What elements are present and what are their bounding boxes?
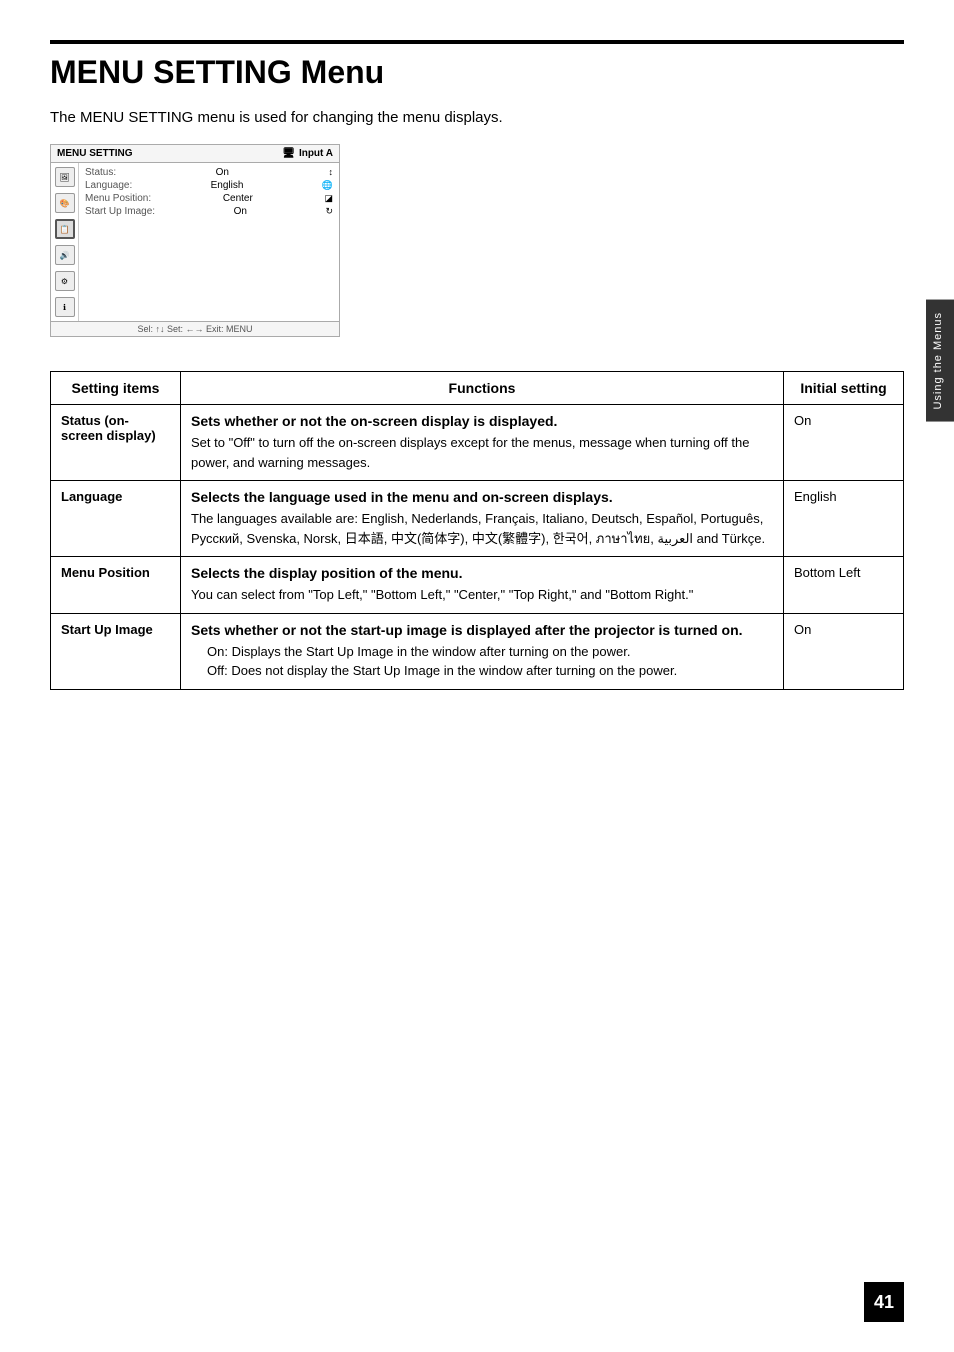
col-header-setting: Setting items: [51, 372, 181, 405]
menu-row-startup: Start Up Image: On ↻: [85, 206, 333, 217]
table-header-row: Setting items Functions Initial setting: [51, 372, 904, 405]
table-row-menu-position: Menu Position Selects the display positi…: [51, 557, 904, 614]
menu-icon-6: ℹ: [55, 297, 75, 317]
menu-mockup-body: 🖼 🎨 📋 🔊 ⚙ ℹ Status: On ↕ Language: Engli…: [51, 163, 339, 321]
menu-row-position: Menu Position: Center ◪: [85, 193, 333, 204]
func-body-menu-position: You can select from "Top Left," "Bottom …: [191, 585, 773, 605]
menu-row-status: Status: On ↕: [85, 167, 333, 178]
menu-content-col: Status: On ↕ Language: English 🌐 Menu Po…: [79, 163, 339, 321]
col-header-functions: Functions: [181, 372, 784, 405]
initial-startup-image: On: [784, 613, 904, 689]
col-header-initial: Initial setting: [784, 372, 904, 405]
menu-icon-4: 🔊: [55, 245, 75, 265]
table-row-language: Language Selects the language used in th…: [51, 481, 904, 557]
func-body-startup-image: On: Displays the Start Up Image in the w…: [191, 642, 773, 681]
menu-setting-label: MENU SETTING: [57, 148, 133, 159]
initial-status: On: [784, 405, 904, 481]
setting-name-status: Status (on-screen display): [51, 405, 181, 481]
func-title-startup-image: Sets whether or not the start-up image i…: [191, 622, 773, 638]
page-number: 41: [864, 1282, 904, 1322]
table-row-startup-image: Start Up Image Sets whether or not the s…: [51, 613, 904, 689]
intro-text: The MENU SETTING menu is used for changi…: [50, 109, 904, 126]
input-label: 🖥 Input A: [282, 148, 333, 159]
sidebar-tab: Using the Menus: [926, 300, 954, 422]
initial-menu-position: Bottom Left: [784, 557, 904, 614]
menu-icon-3: 📋: [55, 219, 75, 239]
monitor-icon: 🖥: [282, 148, 295, 159]
menu-icons-col: 🖼 🎨 📋 🔊 ⚙ ℹ: [51, 163, 79, 321]
menu-mockup: MENU SETTING 🖥 Input A 🖼 🎨 📋 🔊 ⚙ ℹ Statu…: [50, 144, 340, 337]
menu-icon-2: 🎨: [55, 193, 75, 213]
func-body-status: Set to "Off" to turn off the on-screen d…: [191, 433, 773, 472]
settings-table: Setting items Functions Initial setting …: [50, 371, 904, 690]
setting-name-language: Language: [51, 481, 181, 557]
func-title-language: Selects the language used in the menu an…: [191, 489, 773, 505]
setting-name-menu-position: Menu Position: [51, 557, 181, 614]
menu-mockup-footer: Sel: ↑↓ Set: ←→ Exit: MENU: [51, 321, 339, 336]
table-row-status: Status (on-screen display) Sets whether …: [51, 405, 904, 481]
function-status: Sets whether or not the on-screen displa…: [181, 405, 784, 481]
menu-mockup-header: MENU SETTING 🖥 Input A: [51, 145, 339, 163]
page-title: MENU SETTING Menu: [50, 40, 904, 91]
function-startup-image: Sets whether or not the start-up image i…: [181, 613, 784, 689]
setting-name-startup-image: Start Up Image: [51, 613, 181, 689]
function-language: Selects the language used in the menu an…: [181, 481, 784, 557]
function-menu-position: Selects the display position of the menu…: [181, 557, 784, 614]
menu-icon-1: 🖼: [55, 167, 75, 187]
startup-on-text: On: Displays the Start Up Image in the w…: [207, 642, 773, 662]
menu-icon-5: ⚙: [55, 271, 75, 291]
func-title-menu-position: Selects the display position of the menu…: [191, 565, 773, 581]
func-title-status: Sets whether or not the on-screen displa…: [191, 413, 773, 429]
func-body-language: The languages available are: English, Ne…: [191, 509, 773, 548]
page-wrapper: MENU SETTING Menu The MENU SETTING menu …: [0, 0, 954, 730]
menu-row-language: Language: English 🌐: [85, 180, 333, 191]
startup-off-text: Off: Does not display the Start Up Image…: [207, 661, 773, 681]
initial-language: English: [784, 481, 904, 557]
